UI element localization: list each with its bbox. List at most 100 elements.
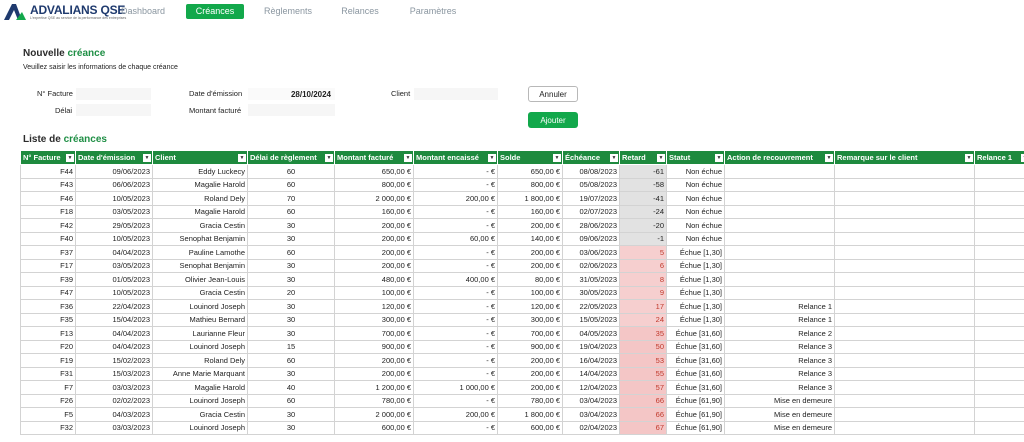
tab-parametres[interactable]: Paramètres (404, 4, 462, 19)
table-cell: Non échue (666, 191, 725, 206)
column-header[interactable]: Montant encaissé ▼ (413, 150, 498, 165)
table-cell: 200,00 € (334, 258, 414, 273)
table-row[interactable]: F47 10/05/2023 Gracia Cestin 20 100,00 € - €1… (20, 285, 1024, 300)
column-header[interactable]: Client ▼ (152, 150, 248, 165)
date-emission-input[interactable] (248, 88, 335, 100)
table-header-row: N° Facture ▼ Date d'émission ▼ Client ▼ Délai … (20, 150, 1024, 165)
tab-reglements[interactable]: Règlements (260, 4, 316, 19)
table-cell: 1 200,00 € (334, 380, 414, 395)
table-row[interactable]: F17 03/05/2023 Senophat Benjamin 30 200,00 €… (20, 258, 1024, 273)
annuler-button[interactable]: Annuler (528, 86, 578, 102)
table-row[interactable]: F7 03/03/2023 Magalie Harold 40 1 200,00 €1 … (20, 380, 1024, 395)
table-row[interactable]: F18 03/05/2023 Magalie Harold 60 160,00 € - €… (20, 204, 1024, 219)
table-cell: 200,00 € (334, 231, 414, 246)
column-header[interactable]: Retard ▼ (619, 150, 667, 165)
tab-creances[interactable]: Créances (186, 4, 244, 19)
table-row[interactable]: F35 15/04/2023 Mathieu Bernard 30 300,00 € - … (20, 312, 1024, 327)
delai-input[interactable] (76, 104, 151, 116)
column-header[interactable]: Solde ▼ (497, 150, 563, 165)
table-cell: 19/04/2023 (562, 339, 620, 354)
brand-logo[interactable]: ADVALIANS QSE L'expertise QSE au service… (2, 2, 126, 22)
table-cell: 03/04/2023 (562, 407, 620, 422)
table-cell (834, 285, 975, 300)
date-emission-label: Date d'émission (189, 89, 243, 98)
table-cell (974, 380, 1024, 395)
table-row[interactable]: F20 04/04/2023 Louinord Joseph 15 900,00 € - … (20, 339, 1024, 354)
table-cell: 30 (247, 407, 335, 422)
table-row[interactable]: F46 10/05/2023 Roland Dely 70 2 000,00 €200,… (20, 191, 1024, 206)
column-header-label: Montant facturé (337, 153, 394, 162)
table-cell (834, 258, 975, 273)
montant-facture-label: Montant facturé (189, 106, 242, 115)
column-header[interactable]: Date d'émission ▼ (75, 150, 153, 165)
filter-dropdown-icon[interactable]: ▼ (657, 154, 665, 162)
filter-dropdown-icon[interactable]: ▼ (238, 154, 246, 162)
table-cell: 70 (247, 191, 335, 206)
table-cell (724, 177, 835, 192)
table-cell: -61 (619, 164, 667, 179)
facture-input[interactable] (76, 88, 151, 100)
table-row[interactable]: F26 02/02/2023 Louinord Joseph 60 780,00 € - … (20, 393, 1024, 408)
column-header-label: Client (155, 153, 176, 162)
filter-dropdown-icon[interactable]: ▼ (553, 154, 561, 162)
table-cell: 200,00 € (334, 218, 414, 233)
table-cell (834, 339, 975, 354)
table-row[interactable]: F36 22/04/2023 Louinord Joseph 30 120,00 € - … (20, 299, 1024, 314)
column-header[interactable]: Statut ▼ (666, 150, 725, 165)
table-cell (834, 380, 975, 395)
tab-relances[interactable]: Relances (336, 4, 384, 19)
table-row[interactable]: F32 03/03/2023 Louinord Joseph 30 600,00 € - … (20, 420, 1024, 435)
client-input[interactable] (414, 88, 498, 100)
table-cell: 900,00 € (497, 339, 563, 354)
table-cell: 01/05/2023 (75, 272, 153, 287)
table-row[interactable]: F13 04/04/2023 Laurianne Fleur 30 700,00 € - … (20, 326, 1024, 341)
table-row[interactable]: F31 15/03/2023 Anne Marie Marquant 30 200,00… (20, 366, 1024, 381)
table-row[interactable]: F39 01/05/2023 Olivier Jean-Louis 30 480,00 … (20, 272, 1024, 287)
table-cell: F46 (20, 191, 76, 206)
table-cell: - € (413, 177, 498, 192)
filter-dropdown-icon[interactable]: ▼ (143, 154, 151, 162)
table-cell: Pauline Lamothe (152, 245, 248, 260)
table-cell: Échue [61,90] (666, 393, 725, 408)
table-cell: Échue [61,90] (666, 407, 725, 422)
table-cell: 650,00 € (497, 164, 563, 179)
filter-dropdown-icon[interactable]: ▼ (610, 154, 618, 162)
table-cell (974, 353, 1024, 368)
table-cell: 200,00 € (497, 380, 563, 395)
table-row[interactable]: F44 09/06/2023 Eddy Luckecy 60 650,00 € - €65… (20, 164, 1024, 179)
table-cell: Non échue (666, 231, 725, 246)
column-header[interactable]: Remarque sur le client ▼ (834, 150, 975, 165)
table-row[interactable]: F40 10/05/2023 Senophat Benjamin 30 200,00 €… (20, 231, 1024, 246)
filter-dropdown-icon[interactable]: ▼ (715, 154, 723, 162)
column-header[interactable]: Échéance ▼ (562, 150, 620, 165)
ajouter-button[interactable]: Ajouter (528, 112, 578, 128)
table-cell: Relance 3 (724, 353, 835, 368)
table-row[interactable]: F37 04/04/2023 Pauline Lamothe 60 200,00 € - … (20, 245, 1024, 260)
filter-dropdown-icon[interactable]: ▼ (825, 154, 833, 162)
table-cell: F7 (20, 380, 76, 395)
column-header[interactable]: N° Facture ▼ (20, 150, 76, 165)
table-cell: 09/06/2023 (75, 164, 153, 179)
filter-dropdown-icon[interactable]: ▼ (325, 154, 333, 162)
table-cell (834, 366, 975, 381)
table-cell: Louinord Joseph (152, 420, 248, 435)
column-header[interactable]: Action de recouvrement ▼ (724, 150, 835, 165)
table-row[interactable]: F42 29/05/2023 Gracia Cestin 30 200,00 € - €2… (20, 218, 1024, 233)
table-cell: - € (413, 164, 498, 179)
creances-table-wrapper: N° Facture ▼ Date d'émission ▼ Client ▼ Délai … (20, 150, 1024, 442)
table-cell: Magalie Harold (152, 380, 248, 395)
table-cell: F36 (20, 299, 76, 314)
column-header[interactable]: Délai de règlement ▼ (247, 150, 335, 165)
tab-dashboard[interactable]: Dashboard (118, 4, 168, 19)
montant-facture-input[interactable] (248, 104, 335, 116)
table-row[interactable]: F43 06/06/2023 Magalie Harold 60 800,00 € - €… (20, 177, 1024, 192)
table-cell: F17 (20, 258, 76, 273)
filter-dropdown-icon[interactable]: ▼ (66, 154, 74, 162)
filter-dropdown-icon[interactable]: ▼ (488, 154, 496, 162)
filter-dropdown-icon[interactable]: ▼ (404, 154, 412, 162)
column-header[interactable]: Relance 1▼ (974, 150, 1024, 165)
filter-dropdown-icon[interactable]: ▼ (965, 154, 973, 162)
table-row[interactable]: F19 15/02/2023 Roland Dely 60 200,00 € - €200… (20, 353, 1024, 368)
column-header[interactable]: Montant facturé ▼ (334, 150, 414, 165)
table-row[interactable]: F5 04/03/2023 Gracia Cestin 30 2 000,00 €200… (20, 407, 1024, 422)
